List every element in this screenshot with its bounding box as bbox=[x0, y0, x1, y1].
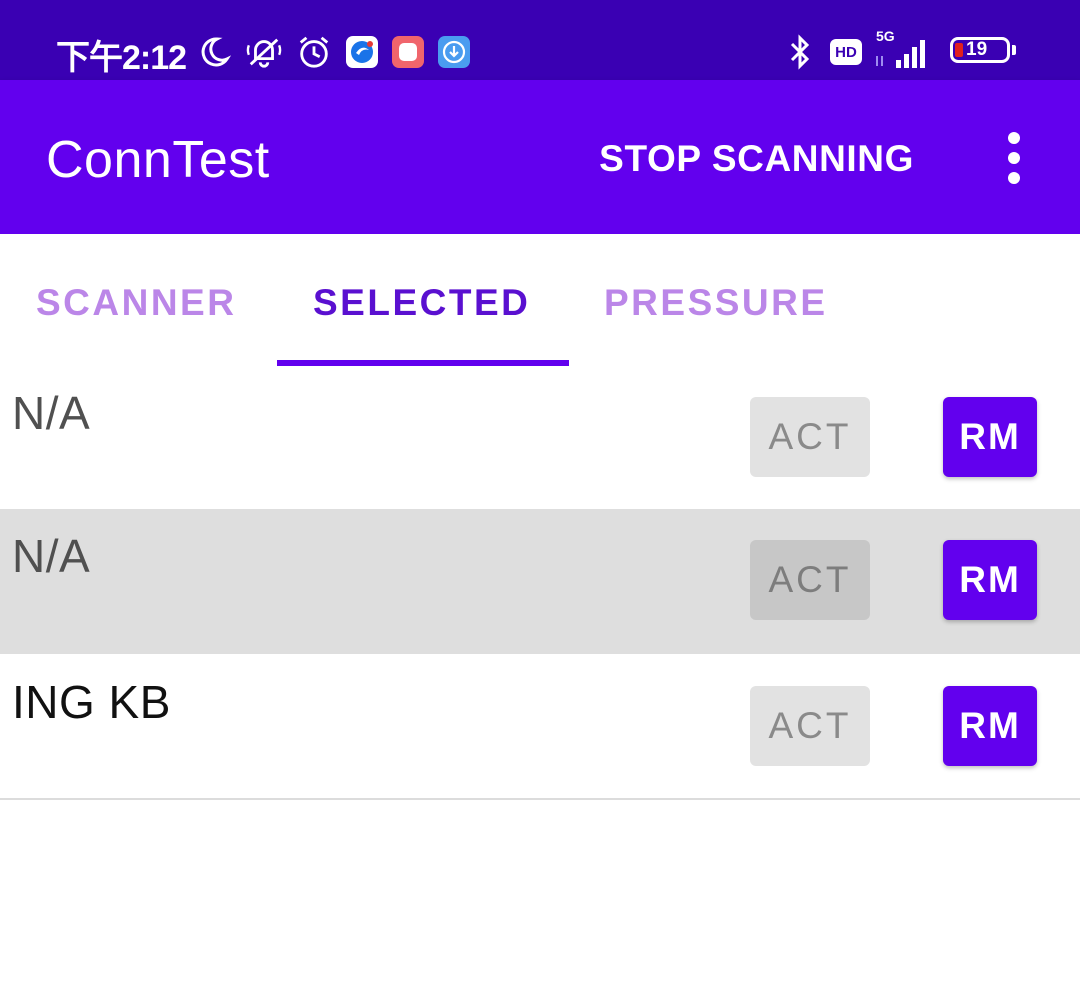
download-app-icon bbox=[438, 36, 470, 68]
act-button[interactable]: ACT bbox=[750, 686, 870, 766]
alarm-icon bbox=[296, 34, 332, 70]
signal-indicator: 5G bbox=[874, 28, 938, 72]
stop-scanning-button[interactable]: STOP SCANNING bbox=[599, 138, 914, 180]
hd-badge: HD bbox=[830, 39, 862, 65]
app-title: ConnTest bbox=[46, 131, 270, 189]
tab-bar: SCANNER SELECTED PRESSURE bbox=[0, 234, 1080, 366]
device-name: N/A bbox=[12, 387, 91, 439]
signal-bars-icon bbox=[876, 40, 925, 68]
list-item[interactable]: ING KB ACT RM bbox=[0, 655, 1080, 800]
notification-icons bbox=[196, 30, 470, 74]
act-button[interactable]: ACT bbox=[750, 397, 870, 477]
battery-level: 19 bbox=[966, 39, 988, 60]
moon-icon bbox=[196, 34, 232, 70]
list-divider bbox=[0, 798, 1080, 800]
act-button[interactable]: ACT bbox=[750, 540, 870, 620]
bell-off-icon bbox=[246, 34, 282, 70]
rm-button[interactable]: RM bbox=[943, 397, 1037, 477]
bluetooth-icon bbox=[782, 34, 818, 70]
recorder-app-icon bbox=[392, 36, 424, 68]
tab-scanner[interactable]: SCANNER bbox=[36, 282, 236, 324]
status-bar: 下午2:12 HD 5G 19 bbox=[0, 0, 1080, 80]
app-bar: ConnTest STOP SCANNING bbox=[0, 80, 1080, 234]
rm-button[interactable]: RM bbox=[943, 540, 1037, 620]
tab-pressure[interactable]: PRESSURE bbox=[604, 282, 828, 324]
status-time: 下午2:12 bbox=[56, 39, 187, 77]
device-name: ING KB bbox=[12, 676, 171, 728]
device-name: N/A bbox=[12, 530, 91, 582]
more-vert-icon[interactable] bbox=[1000, 132, 1028, 184]
system-icons: HD 5G 19 bbox=[782, 28, 1018, 74]
battery-icon: 19 bbox=[950, 37, 1018, 67]
tab-selected[interactable]: SELECTED bbox=[313, 282, 530, 324]
rm-button[interactable]: RM bbox=[943, 686, 1037, 766]
browser-app-icon bbox=[346, 36, 378, 68]
list-item[interactable]: N/A ACT RM bbox=[0, 509, 1080, 654]
list-item[interactable]: N/A ACT RM bbox=[0, 366, 1080, 511]
